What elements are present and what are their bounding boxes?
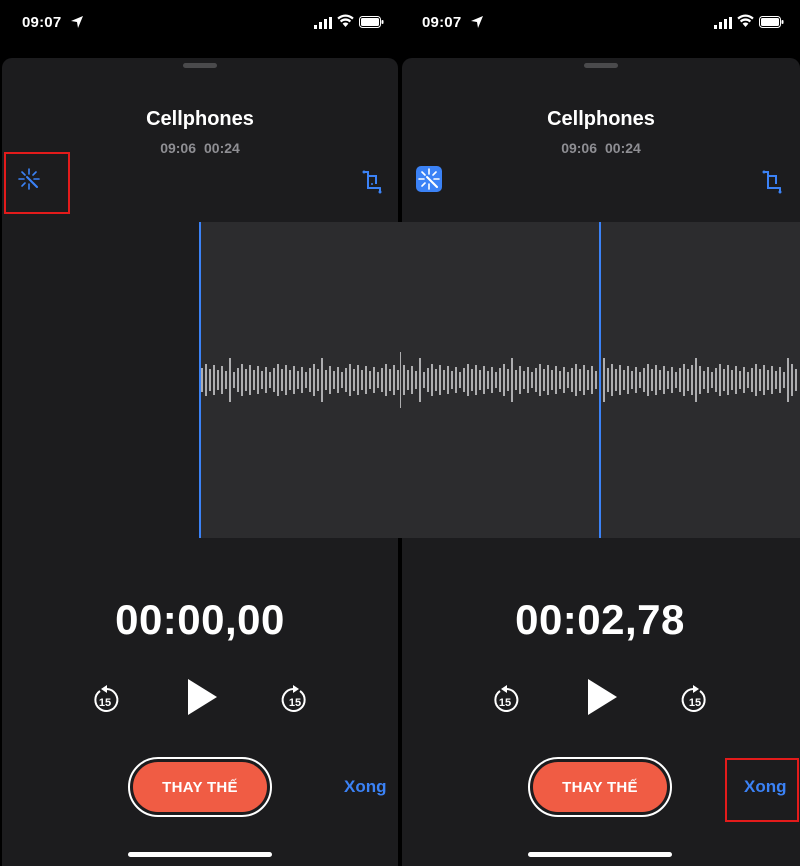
recording-duration: 00:24: [605, 140, 641, 156]
playhead-time: 00:00,00: [115, 596, 285, 643]
waveform-editor[interactable]: [0, 222, 400, 538]
play-icon[interactable]: [186, 678, 218, 716]
battery-icon: [359, 16, 384, 28]
sheet-grabber[interactable]: [584, 63, 618, 68]
trim-crop-icon[interactable]: [362, 168, 384, 194]
status-bar: 09:07: [400, 0, 800, 50]
location-arrow-icon: [71, 16, 83, 28]
wifi-icon: [337, 14, 354, 27]
skip-back-value: 15: [99, 697, 111, 709]
highlight-box-done: [725, 758, 799, 822]
replace-button-label: THAY THẾ: [533, 762, 667, 812]
status-time: 09:07: [422, 14, 462, 31]
recording-time: 09:06: [561, 140, 597, 156]
skip-back-15-icon[interactable]: 15: [90, 682, 120, 714]
panel-before: 09:07 Cellphones 09:06 00:24 00:00,00 15…: [0, 0, 400, 866]
recording-title: Cellphones: [146, 108, 254, 130]
enhance-wand-icon[interactable]: [416, 166, 442, 192]
panel-after: 09:07 Cellphones 09:06 00:24 00:02,78 15…: [400, 0, 800, 866]
skip-forward-value: 15: [689, 697, 701, 709]
status-bar: 09:07: [0, 0, 400, 50]
replace-button[interactable]: THAY THẾ: [528, 757, 672, 817]
home-indicator[interactable]: [528, 852, 672, 857]
playhead-time: 00:02,78: [515, 596, 685, 643]
recording-time: 09:06: [160, 140, 196, 156]
sheet-grabber[interactable]: [183, 63, 217, 68]
wifi-icon: [737, 14, 754, 27]
skip-forward-value: 15: [289, 697, 301, 709]
skip-back-value: 15: [499, 697, 511, 709]
play-icon[interactable]: [586, 678, 618, 716]
cellular-signal-icon: [714, 17, 732, 29]
replace-button-label: THAY THẾ: [133, 762, 267, 812]
replace-button[interactable]: THAY THẾ: [128, 757, 272, 817]
skip-back-15-icon[interactable]: 15: [490, 682, 520, 714]
highlight-box-enhance: [4, 152, 70, 214]
waveform-editor[interactable]: [400, 222, 800, 538]
trim-crop-icon[interactable]: [762, 168, 784, 194]
recording-title: Cellphones: [547, 108, 655, 130]
battery-icon: [759, 16, 784, 28]
cellular-signal-icon: [314, 17, 332, 29]
done-button[interactable]: Xong: [344, 777, 387, 797]
skip-forward-15-icon[interactable]: 15: [280, 682, 310, 714]
recording-meta: 09:06 00:24: [402, 140, 800, 156]
skip-forward-15-icon[interactable]: 15: [680, 682, 710, 714]
location-arrow-icon: [471, 16, 483, 28]
home-indicator[interactable]: [128, 852, 272, 857]
status-time: 09:07: [22, 14, 62, 31]
recording-duration: 00:24: [204, 140, 240, 156]
